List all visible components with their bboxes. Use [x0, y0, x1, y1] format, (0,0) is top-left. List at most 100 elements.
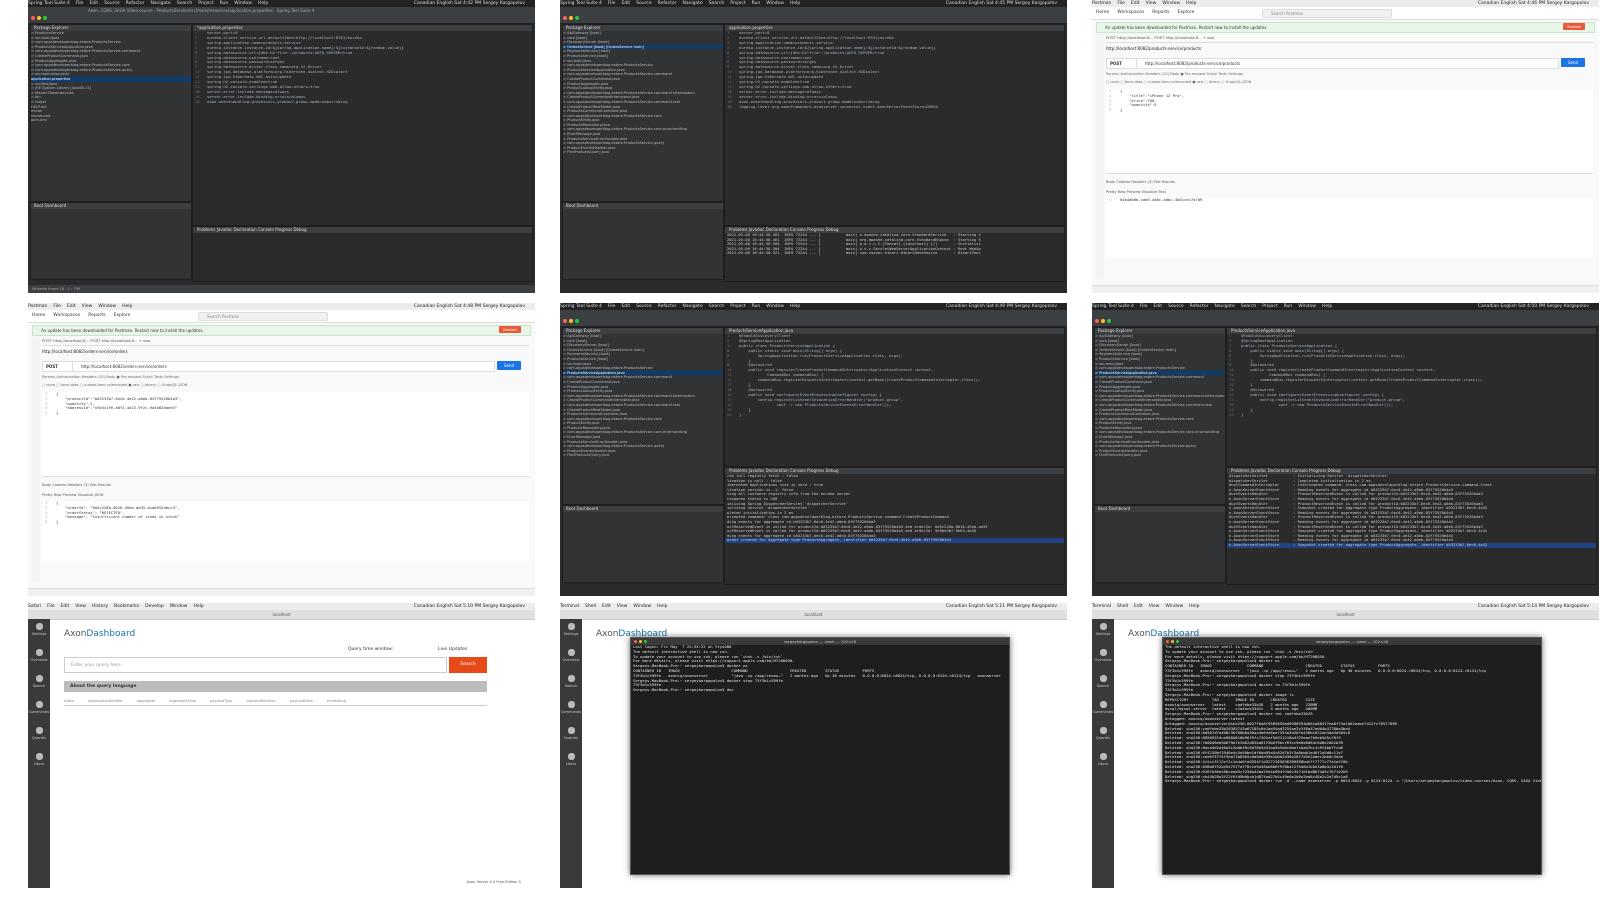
nav-item-settings[interactable]: Settings — [560, 619, 582, 645]
menu-item[interactable]: History — [92, 604, 108, 609]
package-tree[interactable]: > ApiGateway [boot] > core [boot] > Discov… — [563, 334, 723, 458]
code-editor[interactable]: *application.properties server.port=0eur… — [192, 24, 533, 226]
nav-item-overview[interactable]: Overview — [28, 645, 50, 671]
menu-item[interactable]: File — [53, 304, 61, 309]
menu-item[interactable]: Bookmarks — [114, 604, 139, 609]
package-tree[interactable]: > ProductsService > src/main/java > com.… — [31, 31, 191, 123]
code-line[interactable]: axon.eventhandling.processors.product-gr… — [193, 99, 532, 105]
menu-item[interactable]: Window — [766, 304, 784, 309]
tree-item[interactable]: > com.appsdeveloperblog.estore.ProductsS… — [1095, 403, 1225, 408]
code-lines[interactable]: @EnableDiscoveryClient@SpringBootApplica… — [725, 333, 1064, 417]
menu-item[interactable]: Refactor — [126, 1, 145, 6]
request-tabs[interactable]: POST http://localhost:8... POST http://l… — [1106, 34, 1593, 43]
nav-link[interactable]: Reports — [88, 313, 105, 318]
nav-item-commands[interactable]: Commands — [1092, 697, 1114, 723]
code-line[interactable]: logging.level.org.axonframework.axonserv… — [725, 104, 1064, 110]
menu-item[interactable]: Help — [790, 1, 800, 6]
nav-item-queries[interactable]: Queries — [28, 723, 50, 749]
app-menu[interactable]: Terminal — [560, 604, 579, 609]
json-line[interactable]: } — [42, 410, 529, 416]
menu-item[interactable]: Help — [258, 1, 268, 6]
query-input[interactable]: Enter your query here — [64, 657, 447, 673]
body-type-options[interactable]: ○ none ○ form-data ○ x-www-form-urlencod… — [42, 382, 529, 389]
menu-item[interactable]: Window — [1165, 604, 1183, 609]
url-input[interactable]: http://localhost:8082/products-service/p… — [1137, 61, 1240, 66]
menu-item[interactable]: View — [1149, 604, 1160, 609]
code-lines[interactable]: server.port=0eureka.client.service-url.d… — [725, 30, 1064, 110]
menu-item[interactable]: Edit — [621, 304, 630, 309]
terminal-window[interactable]: sergeykargopolov — -bash — 102×28 Last l… — [630, 637, 1010, 875]
menu-item[interactable]: Window — [1298, 304, 1316, 309]
restart-button[interactable]: Restart — [1563, 23, 1585, 30]
menu-item[interactable]: Run — [1284, 304, 1293, 309]
menu-item[interactable]: Refactor — [658, 1, 677, 6]
postman-search[interactable]: Search Postman — [1262, 9, 1392, 18]
method-select[interactable]: POST — [43, 362, 73, 371]
close-window-icon[interactable] — [1166, 640, 1169, 643]
terminal-output[interactable]: Last login: Fri May 7 22:54:22 on ttys00… — [631, 645, 1009, 693]
app-menu[interactable]: Terminal — [1092, 604, 1111, 609]
tree-item[interactable]: > FindProductsQuery.java — [563, 150, 723, 155]
safari-address-bar[interactable]: localhost — [28, 610, 535, 620]
menu-item[interactable]: View — [617, 604, 628, 609]
terminal-output[interactable]: The default interactive shell is now zsh… — [1163, 645, 1541, 784]
nav-item-queries[interactable]: Queries — [560, 723, 582, 749]
send-button[interactable]: Send — [1561, 58, 1585, 67]
send-button[interactable]: Send — [497, 361, 521, 370]
close-window-icon[interactable] — [1095, 319, 1099, 323]
url-input[interactable]: http://localhost:8082/orders-service/ord… — [73, 364, 167, 369]
menu-item[interactable]: Search — [709, 1, 724, 6]
menu-item[interactable]: Navigate — [1215, 304, 1235, 309]
nav-item-commands[interactable]: Commands — [28, 697, 50, 723]
json-line[interactable]: } — [1106, 107, 1593, 113]
zoom-window-icon[interactable] — [43, 16, 47, 20]
restart-button[interactable]: Restart — [499, 326, 521, 333]
menu-item[interactable]: Help — [1189, 604, 1199, 609]
menu-item[interactable]: Source — [104, 1, 119, 6]
minimize-window-icon[interactable] — [569, 319, 573, 323]
request-options-tabs[interactable]: Params Authorization Headers (10) Body ●… — [1106, 71, 1593, 78]
menu-item[interactable]: Search — [177, 1, 192, 6]
menu-item[interactable]: Search — [1241, 304, 1256, 309]
nav-item-queries[interactable]: Queries — [1092, 723, 1114, 749]
menu-item[interactable]: Edit — [621, 1, 630, 6]
menu-item[interactable]: File — [76, 1, 84, 6]
nav-item-search[interactable]: Search — [560, 671, 582, 697]
menu-item[interactable]: File — [608, 1, 616, 6]
menu-item[interactable]: Window — [170, 604, 188, 609]
method-select[interactable]: POST — [1107, 59, 1137, 68]
request-options-tabs[interactable]: Params Authorization Headers (10) Body ●… — [42, 374, 529, 381]
menu-item[interactable]: Source — [636, 304, 651, 309]
nav-item-search[interactable]: Search — [28, 671, 50, 697]
menu-item[interactable]: Help — [657, 604, 667, 609]
zoom-window-icon[interactable] — [1176, 640, 1179, 643]
menu-item[interactable]: Shell — [585, 604, 596, 609]
safari-address-bar[interactable]: localhost — [1092, 610, 1599, 620]
code-editor[interactable]: application.properties server.port=0eure… — [724, 24, 1065, 226]
code-editor[interactable]: ProductsServiceApplication.java @EnableD… — [1226, 327, 1597, 467]
menu-item[interactable]: Window — [98, 304, 116, 309]
nav-item-users[interactable]: Users — [560, 749, 582, 775]
nav-item-overview[interactable]: Overview — [560, 645, 582, 671]
terminal-window[interactable]: sergeykargopolov — -bash — 102×28 The de… — [1162, 637, 1542, 875]
menu-item[interactable]: Project — [198, 1, 213, 6]
minimize-window-icon[interactable] — [639, 640, 642, 643]
menu-item[interactable]: View — [1146, 1, 1157, 6]
menu-item[interactable]: Edit — [1131, 1, 1140, 6]
menu-item[interactable]: Refactor — [658, 304, 677, 309]
menu-item[interactable]: File — [1140, 304, 1148, 309]
json-line[interactable]: b5b4db0b-cab9-4d8c-a0bc-4b01cec7a7d9 — [1106, 197, 1593, 203]
menu-item[interactable]: Project — [1262, 304, 1277, 309]
menu-item[interactable]: Help — [1186, 1, 1196, 6]
close-window-icon[interactable] — [31, 16, 35, 20]
close-window-icon[interactable] — [563, 16, 567, 20]
close-window-icon[interactable] — [563, 319, 567, 323]
menu-item[interactable]: Navigate — [683, 304, 703, 309]
menu-item[interactable]: Window — [1162, 1, 1180, 6]
menu-item[interactable]: Source — [1168, 304, 1183, 309]
menu-item[interactable]: Window — [234, 1, 252, 6]
menu-item[interactable]: Navigate — [683, 1, 703, 6]
code-editor[interactable]: ProductsServiceApplication.java @EnableD… — [724, 327, 1065, 467]
nav-link[interactable]: Workspaces — [1117, 10, 1144, 15]
body-type-options[interactable]: ○ none ○ form-data ○ x-www-form-urlencod… — [1106, 79, 1593, 86]
